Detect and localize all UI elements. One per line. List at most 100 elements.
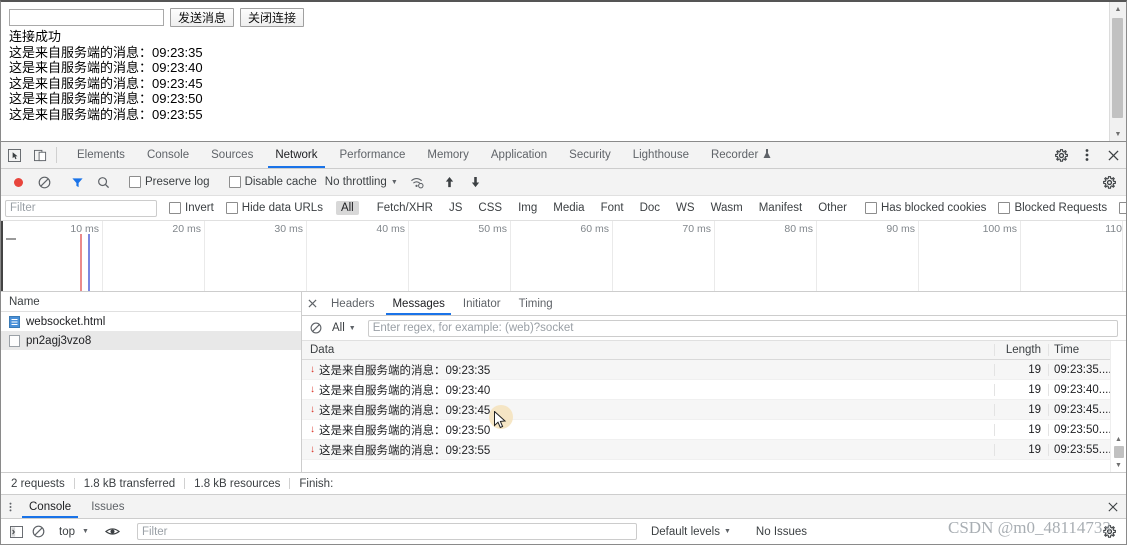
message-row[interactable]: ↓ 这是来自服务端的消息：09:23:55 19 09:23:55.... bbox=[302, 440, 1110, 460]
close-devtools-icon[interactable] bbox=[1100, 142, 1126, 168]
drawer-tab-console[interactable]: Console bbox=[19, 495, 81, 518]
third-party-requests-checkbox[interactable]: 3rd-party requests bbox=[1119, 202, 1126, 214]
type-filter-doc[interactable]: Doc bbox=[635, 201, 665, 215]
message-time-cell: 09:23:55.... bbox=[1048, 443, 1110, 456]
network-overview-timeline[interactable]: 10 ms 20 ms 30 ms 40 ms 50 ms 60 ms 70 m… bbox=[1, 221, 1126, 292]
drawer-more-icon[interactable] bbox=[1, 495, 19, 518]
console-levels-select[interactable]: Default levels bbox=[651, 526, 720, 538]
send-message-button[interactable]: 发送消息 bbox=[170, 8, 235, 27]
messages-scrollbar[interactable]: ▲ ▼ bbox=[1110, 341, 1126, 472]
clear-console-icon[interactable] bbox=[27, 525, 49, 538]
message-type-select[interactable]: All bbox=[332, 322, 345, 334]
tab-memory[interactable]: Memory bbox=[416, 142, 480, 168]
scrollbar-thumb[interactable] bbox=[1113, 446, 1124, 458]
chevron-down-icon[interactable]: ▼ bbox=[82, 528, 89, 535]
hide-data-urls-checkbox[interactable]: Hide data URLs bbox=[225, 202, 323, 214]
tab-console[interactable]: Console bbox=[136, 142, 200, 168]
type-filter-manifest[interactable]: Manifest bbox=[754, 201, 807, 215]
more-vertical-icon[interactable] bbox=[1074, 142, 1100, 168]
device-toolbar-icon[interactable] bbox=[27, 142, 53, 168]
chevron-down-icon[interactable]: ▼ bbox=[349, 325, 356, 332]
type-filter-js[interactable]: JS bbox=[444, 201, 467, 215]
close-detail-icon[interactable] bbox=[302, 292, 322, 315]
type-filter-ws[interactable]: WS bbox=[671, 201, 700, 215]
clear-messages-icon[interactable] bbox=[306, 322, 326, 334]
type-filter-img[interactable]: Img bbox=[513, 201, 542, 215]
export-har-button[interactable] bbox=[463, 176, 489, 189]
tab-application[interactable]: Application bbox=[480, 142, 558, 168]
column-header-time[interactable]: Time bbox=[1048, 344, 1110, 356]
live-expression-eye-icon[interactable] bbox=[102, 526, 124, 537]
type-filter-css[interactable]: CSS bbox=[473, 201, 507, 215]
chevron-down-icon[interactable]: ▼ bbox=[391, 179, 398, 186]
tab-security[interactable]: Security bbox=[558, 142, 622, 168]
console-toolbar: top ▼ Default levels ▼ No Issues bbox=[1, 519, 1126, 544]
message-input[interactable] bbox=[9, 9, 164, 26]
message-row[interactable]: ↓ 这是来自服务端的消息：09:23:50 19 09:23:50.... bbox=[302, 420, 1110, 440]
chevron-down-icon[interactable]: ▼ bbox=[724, 528, 731, 535]
incoming-arrow-icon: ↓ bbox=[310, 403, 315, 415]
tab-elements[interactable]: Elements bbox=[66, 142, 136, 168]
console-issues-label[interactable]: No Issues bbox=[756, 526, 807, 538]
request-detail-pane: Headers Messages Initiator Timing All ▼ bbox=[302, 292, 1126, 472]
scroll-up-arrow-icon[interactable]: ▲ bbox=[1111, 432, 1127, 446]
column-header-length[interactable]: Length bbox=[994, 344, 1048, 356]
preserve-log-checkbox[interactable]: Preserve log bbox=[129, 176, 210, 188]
devtools-window: 发送消息 关闭连接 连接成功 这是来自服务端的消息：09:23:35 这是来自服… bbox=[0, 0, 1127, 545]
record-button[interactable] bbox=[5, 177, 31, 187]
request-row-websocket-html[interactable]: websocket.html bbox=[1, 312, 301, 331]
close-drawer-icon[interactable] bbox=[1100, 495, 1126, 518]
scrollbar-track[interactable] bbox=[1110, 16, 1126, 127]
network-main-split: Name websocket.html pn2agj3vzo8 Headers … bbox=[1, 292, 1126, 472]
drawer-tab-issues[interactable]: Issues bbox=[81, 495, 134, 518]
tab-performance[interactable]: Performance bbox=[329, 142, 417, 168]
search-button[interactable] bbox=[90, 176, 116, 189]
column-header-data[interactable]: Data bbox=[302, 344, 994, 356]
disable-cache-checkbox[interactable]: Disable cache bbox=[228, 176, 317, 188]
invert-checkbox[interactable]: Invert bbox=[169, 202, 214, 214]
request-row-pn2agj3vzo8[interactable]: pn2agj3vzo8 bbox=[1, 331, 301, 350]
tab-lighthouse[interactable]: Lighthouse bbox=[622, 142, 700, 168]
message-time-cell: 09:23:40.... bbox=[1048, 383, 1110, 396]
close-connection-button[interactable]: 关闭连接 bbox=[240, 8, 305, 27]
tab-sources[interactable]: Sources bbox=[200, 142, 264, 168]
console-filter-input[interactable] bbox=[136, 523, 637, 540]
type-filter-other[interactable]: Other bbox=[813, 201, 852, 215]
console-sidebar-icon[interactable] bbox=[5, 525, 27, 538]
has-blocked-cookies-checkbox[interactable]: Has blocked cookies bbox=[864, 202, 986, 214]
network-filter-input[interactable] bbox=[5, 199, 157, 217]
detail-tab-timing[interactable]: Timing bbox=[510, 292, 562, 315]
message-row[interactable]: ↓ 这是来自服务端的消息：09:23:40 19 09:23:40.... bbox=[302, 380, 1110, 400]
message-row[interactable]: ↓ 这是来自服务端的消息：09:23:35 19 09:23:35.... bbox=[302, 360, 1110, 380]
console-context-select[interactable]: top bbox=[59, 526, 75, 538]
tab-network[interactable]: Network bbox=[264, 142, 328, 168]
scroll-up-arrow-icon[interactable]: ▲ bbox=[1110, 2, 1126, 16]
import-har-button[interactable] bbox=[437, 176, 463, 189]
network-settings-gear-icon[interactable] bbox=[1096, 175, 1122, 189]
request-list-header[interactable]: Name bbox=[1, 292, 301, 312]
messages-regex-input[interactable] bbox=[367, 319, 1118, 337]
wifi-settings-icon[interactable] bbox=[404, 176, 430, 189]
clear-network-button[interactable] bbox=[31, 176, 57, 189]
scroll-down-arrow-icon[interactable]: ▼ bbox=[1110, 127, 1126, 141]
filter-button[interactable] bbox=[64, 176, 90, 189]
detail-tab-headers[interactable]: Headers bbox=[322, 292, 383, 315]
type-filter-wasm[interactable]: Wasm bbox=[706, 201, 748, 215]
detail-tab-initiator[interactable]: Initiator bbox=[454, 292, 510, 315]
detail-tab-messages[interactable]: Messages bbox=[383, 292, 453, 315]
type-filter-media[interactable]: Media bbox=[548, 201, 589, 215]
scrollbar-thumb[interactable] bbox=[1112, 18, 1123, 118]
timeline-tick-label: 30 ms bbox=[274, 223, 303, 235]
console-settings-gear-icon[interactable] bbox=[1096, 525, 1122, 538]
scroll-down-arrow-icon[interactable]: ▼ bbox=[1111, 458, 1127, 472]
type-filter-all[interactable]: All bbox=[335, 201, 359, 215]
inspect-element-icon[interactable] bbox=[1, 142, 27, 168]
page-scrollbar[interactable]: ▲ ▼ bbox=[1109, 2, 1126, 141]
type-filter-fetch-xhr[interactable]: Fetch/XHR bbox=[372, 201, 438, 215]
blocked-requests-checkbox[interactable]: Blocked Requests bbox=[998, 202, 1107, 214]
gear-icon[interactable] bbox=[1048, 142, 1074, 168]
tab-recorder[interactable]: Recorder bbox=[700, 142, 782, 168]
throttling-select[interactable]: No throttling bbox=[325, 176, 387, 188]
type-filter-font[interactable]: Font bbox=[596, 201, 629, 215]
message-row[interactable]: ↓ 这是来自服务端的消息：09:23:45 19 09:23:45.... bbox=[302, 400, 1110, 420]
